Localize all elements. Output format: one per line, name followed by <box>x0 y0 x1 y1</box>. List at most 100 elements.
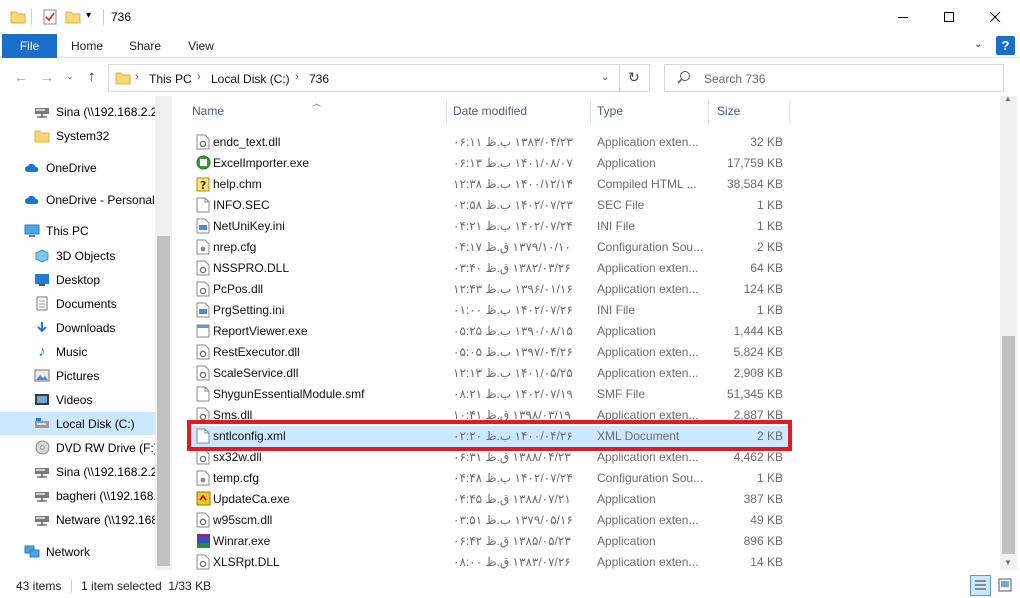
file-row[interactable]: ScaleService.dll ۱۴۰۱/۰۵/۲۵ ب.ظ ۱۲:۱۳ Appl… <box>188 363 792 384</box>
search-box[interactable]: Search 736 <box>664 64 1004 92</box>
file-row[interactable]: XLSRpt.DLL ۱۳۸۳/۰۷/۲۶ ق.ظ ۰۸:۰۰ Applicatio… <box>188 552 792 570</box>
nav-item-local-disk-c[interactable]: Local Disk (C:) <box>0 412 156 435</box>
search-input[interactable]: Search 736 <box>704 72 765 86</box>
nav-item-downloads[interactable]: Downloads <box>0 316 156 339</box>
nav-item-label: OneDrive <box>46 160 97 175</box>
back-arrow-icon[interactable]: ← <box>14 69 28 85</box>
file-row[interactable]: Winrar.exe ۱۳۸۵/۰۵/۲۳ ق.ظ ۰۶:۴۲ Applicatio… <box>188 531 792 552</box>
file-row[interactable]: UpdateCa.exe ۱۳۸۸/۰۷/۲۱ ق.ظ ۰۴:۴۵ Applicat… <box>188 489 792 510</box>
file-row[interactable]: endc_text.dll ۱۳۸۳/۰۴/۲۳ ب.ظ ۰۶:۱۱ Applica… <box>188 132 792 153</box>
file-name: endc_text.dll <box>213 135 281 149</box>
file-size: 2,908 KB <box>733 366 783 380</box>
file-type: Application exten... <box>597 513 699 527</box>
file-size: 38,584 KB <box>726 177 783 191</box>
file-type: Application exten... <box>597 555 699 569</box>
help-icon[interactable]: ? <box>996 36 1015 55</box>
file-name: PcPos.dll <box>213 282 264 296</box>
recent-locations-icon[interactable]: ⌄ <box>66 71 74 82</box>
column-header-size[interactable]: Size <box>717 104 740 118</box>
file-row[interactable]: ExcelImporter.exe ۱۴۰۱/۰۸/۰۷ ب.ظ ۰۶:۱۳ App… <box>188 153 792 174</box>
file-row[interactable]: nrep.cfg ۱۳۷۹/۱۰/۱۰ ق.ظ ۰۴:۱۷ Configuratio… <box>188 237 792 258</box>
details-view-icon[interactable] <box>970 575 991 596</box>
nav-item-network-drive-sina[interactable]: Sina (\\192.168.2.2\ <box>0 100 156 123</box>
file-date-modified: ۱۳۷۹/۱۰/۱۰ ق.ظ ۰۴:۱۷ <box>453 240 571 254</box>
file-name: ScaleService.dll <box>213 366 299 380</box>
breadcrumb-current-folder[interactable]: 736 <box>309 72 329 86</box>
nav-item-network-drive-netware[interactable]: Netware (\\192.168 <box>0 508 156 531</box>
tab-share[interactable]: Share <box>120 34 170 58</box>
cfg-icon <box>196 470 210 486</box>
file-list-scrollbar[interactable]: ▲ ▼ <box>1000 96 1017 570</box>
folder-icon <box>34 128 50 144</box>
file-name: UpdateCa.exe <box>213 492 290 506</box>
nav-item-network[interactable]: Network <box>0 540 156 563</box>
nav-item-desktop[interactable]: Desktop <box>0 268 156 291</box>
customize-toolbar-dropdown[interactable]: ▾ <box>86 10 91 28</box>
tab-home[interactable]: Home <box>62 34 112 58</box>
breadcrumb-local-disk[interactable]: Local Disk (C:) <box>211 72 290 86</box>
file-date-modified: ۱۳۸۲/۰۳/۲۶ ق.ظ ۰۳:۴۰ <box>453 261 571 275</box>
scroll-down-icon[interactable]: ▼ <box>1004 558 1012 567</box>
expand-ribbon-icon[interactable]: ⌄ <box>974 39 982 50</box>
nav-scrollbar-thumb[interactable] <box>157 236 170 566</box>
nav-item-music[interactable]: ♪ Music <box>0 340 156 363</box>
file-row[interactable]: INFO.SEC ۱۴۰۲/۰۷/۲۳ ب.ظ ۰۲:۵۸ SEC File 1 KB <box>188 195 792 216</box>
nav-item-pictures[interactable]: Pictures <box>0 364 156 387</box>
dvd-icon <box>34 440 50 456</box>
nav-scrollbar[interactable] <box>155 96 172 570</box>
file-row[interactable]: NetUniKey.ini ۱۴۰۲/۰۷/۲۴ ب.ظ ۰۴:۲۱ INI Fil… <box>188 216 792 237</box>
file-size: 5,824 KB <box>733 345 783 359</box>
new-folder-icon[interactable] <box>65 9 81 27</box>
maximize-button[interactable] <box>926 0 972 34</box>
file-row[interactable]: ShygunEssentialModule.smf ۱۴۰۲/۰۷/۱۹ ب.ظ … <box>188 384 792 405</box>
file-name: sx32w.dll <box>213 450 262 464</box>
navigation-pane: Sina (\\192.168.2.2\ System32 OneDrive O… <box>0 96 172 570</box>
file-type: Application <box>597 492 656 506</box>
address-history-dropdown[interactable]: ⌄ <box>601 72 609 83</box>
column-divider[interactable] <box>590 100 591 124</box>
file-row[interactable]: ? help.chm ۱۴۰۰/۱۲/۱۴ ب.ظ ۱۲:۳۸ Compiled HT… <box>188 174 792 195</box>
nav-item-documents[interactable]: Documents <box>0 292 156 315</box>
column-divider[interactable] <box>446 100 447 124</box>
column-header-type[interactable]: Type <box>597 104 623 118</box>
file-size: 896 KB <box>743 534 783 548</box>
file-row[interactable]: ReportViewer.exe ۱۳۹۰/۰۸/۱۵ ب.ظ ۰۵:۲۵ Appl… <box>188 321 792 342</box>
up-arrow-icon[interactable]: ↑ <box>88 68 96 85</box>
file-row[interactable]: temp.cfg ۱۴۰۲/۰۷/۲۴ ب.ظ ۰۴:۴۸ Configuratio… <box>188 468 792 489</box>
nav-item-onedrive-personal[interactable]: OneDrive - Personal <box>0 188 156 211</box>
file-row[interactable]: PcPos.dll ۱۳۹۶/۰۱/۱۶ ب.ظ ۱۲:۴۳ Application… <box>188 279 792 300</box>
column-header-date[interactable]: Date modified <box>453 104 527 118</box>
item-count: 43 items <box>16 579 62 593</box>
nav-item-network-drive-sina-2[interactable]: Sina (\\192.168.2.2\ <box>0 460 156 483</box>
file-list-scrollbar-thumb[interactable] <box>1002 336 1015 554</box>
nav-item-system32[interactable]: System32 <box>0 124 156 147</box>
file-date-modified: ۱۴۰۲/۰۷/۲۳ ب.ظ ۰۲:۵۸ <box>453 198 573 212</box>
nav-item-dvd-drive[interactable]: DVD RW Drive (F:) S <box>0 436 156 459</box>
file-row[interactable]: w95scm.dll ۱۳۷۹/۰۵/۱۶ ب.ظ ۰۳:۵۱ Applicatio… <box>188 510 792 531</box>
file-row[interactable]: RestExecutor.dll ۱۳۹۷/۰۴/۲۶ ب.ظ ۰۵:۰۵ Appl… <box>188 342 792 363</box>
column-divider[interactable] <box>708 100 709 124</box>
tab-file[interactable]: File <box>2 34 57 58</box>
column-header-name[interactable]: Name <box>192 104 224 118</box>
forward-arrow-icon[interactable]: → <box>40 69 54 85</box>
close-button[interactable] <box>972 0 1018 34</box>
column-divider[interactable] <box>789 100 790 124</box>
properties-icon[interactable] <box>42 9 58 27</box>
nav-item-videos[interactable]: Videos <box>0 388 156 411</box>
tab-view[interactable]: View <box>177 34 225 58</box>
nav-item-this-pc[interactable]: This PC <box>0 219 156 242</box>
file-size: 1 KB <box>756 471 783 485</box>
nav-item-onedrive[interactable]: OneDrive <box>0 156 156 179</box>
file-row[interactable]: NSSPRO.DLL ۱۳۸۲/۰۳/۲۶ ق.ظ ۰۳:۴۰ Applicatio… <box>188 258 792 279</box>
scroll-up-icon[interactable]: ▲ <box>1004 96 1012 103</box>
refresh-button[interactable]: ↻ <box>620 64 650 92</box>
file-row[interactable]: PrgSetting.ini ۱۴۰۲/۰۷/۲۶ ب.ظ ۰۱:۰۰ INI Fi… <box>188 300 792 321</box>
breadcrumb-this-pc[interactable]: This PC <box>149 72 192 86</box>
nav-item-network-drive-bagheri[interactable]: bagheri (\\192.168. <box>0 484 156 507</box>
computer-icon <box>24 223 40 239</box>
minimize-button[interactable] <box>880 0 926 34</box>
nav-item-label: 3D Objects <box>56 248 116 263</box>
large-icons-view-icon[interactable] <box>996 576 1016 595</box>
nav-item-3d-objects[interactable]: 3D Objects <box>0 244 156 267</box>
address-bar[interactable]: › This PC › Local Disk (C:) › 736 ⌄ <box>108 64 620 92</box>
